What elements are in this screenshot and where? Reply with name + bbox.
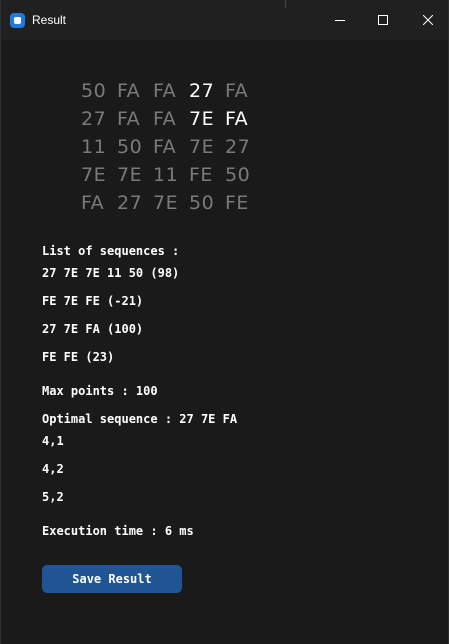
grid-cell: 27 [117,192,143,214]
grid-cell-highlighted: 7E [189,108,215,130]
grid-cell: 7E [153,192,179,214]
grid-cell: FA [117,108,141,130]
max-points-label: Max points : 100 [42,384,158,398]
grid-row: FA 27 7E 50 FE [81,189,261,217]
grid-cell-highlighted: FA [225,108,249,130]
grid-row: 27 FA FA 7E FA [81,105,261,133]
grid-cell: 7E [117,164,143,186]
grid-cell: 11 [81,136,107,158]
grid-row: 11 50 FA 7E 27 [81,133,261,161]
matrix-grid: 50 FA FA 27 FA 27 FA FA 7E FA 11 50 FA 7E 27 7E 7E 11 FE 50… [81,77,261,217]
grid-cell: 50 [189,192,215,214]
grid-cell: FE [189,164,213,186]
grid-cell: FA [225,80,249,102]
app-icon [10,13,25,28]
sequence-item: 27 7E FA (100) [42,322,144,336]
maximize-button[interactable] [360,0,406,40]
grid-row: 7E 7E 11 FE 50 [81,161,261,189]
grid-cell: 50 [81,80,107,102]
grid-cell: 50 [225,164,251,186]
grid-cell: 27 [225,136,251,158]
execution-time-label: Execution time : 6 ms [42,524,194,538]
grid-cell: FA [81,192,105,214]
title-bar[interactable]: Result [1,0,448,40]
grid-cell: 11 [153,164,179,186]
save-result-button[interactable]: Save Result [42,565,182,593]
close-button[interactable] [405,0,449,40]
grid-cell: FE [225,192,249,214]
sequence-item: FE FE (23) [42,350,115,364]
grid-cell: FA [153,108,177,130]
grid-cell: 7E [81,164,107,186]
grid-cell: FA [153,80,177,102]
optimal-sequence-label: Optimal sequence : 27 7E FA [42,412,238,426]
sequence-item: 27 7E 7E 11 50 (98) [42,266,180,280]
grid-cell: 50 [117,136,143,158]
close-icon [423,15,433,25]
optimal-coord: 5,2 [42,490,64,504]
result-window: Result 50 FA FA 27 FA 27 FA FA 7E FA 11 50 FA 7E 27 7E 7… [0,0,449,644]
grid-cell-highlighted: 27 [189,80,215,102]
minimize-button[interactable] [317,0,363,40]
grid-row: 50 FA FA 27 FA [81,77,261,105]
optimal-coord: 4,2 [42,462,64,476]
maximize-icon [378,15,388,25]
grid-cell: 27 [81,108,107,130]
grid-cell: FA [153,136,177,158]
grid-cell: FA [117,80,141,102]
sequences-header: List of sequences : [42,244,180,258]
grid-cell: 7E [189,136,215,158]
minimize-icon [335,20,345,21]
sequence-item: FE 7E FE (-21) [42,294,144,308]
title-bar-divider [285,0,286,8]
window-title: Result [32,13,67,27]
optimal-coord: 4,1 [42,434,64,448]
